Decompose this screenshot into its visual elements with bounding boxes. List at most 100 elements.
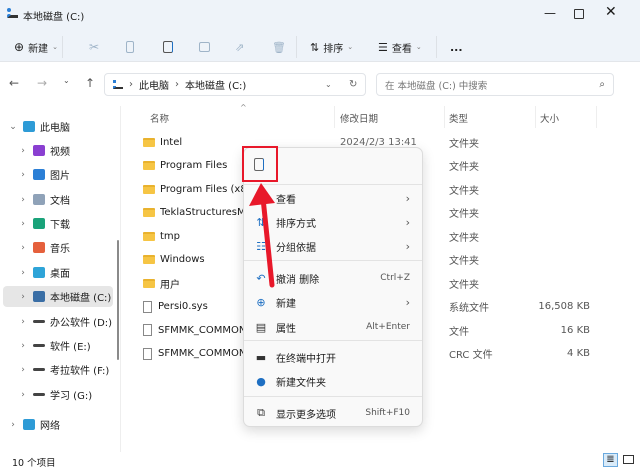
sidebar-item[interactable]: › 软件 (E:) (3, 335, 113, 356)
new-button[interactable]: ⊕ 新建 ⌄ (14, 38, 58, 56)
chevron-right-icon[interactable]: › (13, 146, 33, 156)
new-icon: ⊕ (256, 295, 266, 309)
rename-icon[interactable] (199, 38, 210, 56)
drive-icon (33, 291, 45, 302)
chevron-right-icon[interactable]: › (13, 317, 33, 327)
recent-dropdown[interactable]: ⌄ (63, 76, 70, 85)
pc-icon (23, 121, 35, 132)
chevron-right-icon[interactable]: › (13, 292, 33, 302)
new-folder-icon: ● (256, 374, 266, 388)
shortcut: Alt+Enter (366, 322, 410, 332)
sort-icon: ⇅ (310, 40, 320, 54)
chevron-right-icon[interactable]: › (13, 170, 33, 180)
sidebar-item[interactable]: › 办公软件 (D:) (3, 311, 113, 332)
share-icon[interactable]: ⇗ (235, 38, 244, 56)
paste-icon[interactable] (163, 38, 173, 56)
sidebar-scrollbar[interactable] (117, 240, 119, 360)
chevron-right-icon: › (405, 295, 410, 309)
sidebar-item[interactable]: › 本地磁盘 (C:) (3, 286, 113, 307)
drive-icon (33, 344, 45, 347)
context-menu-item[interactable]: ● 新建文件夹 (248, 370, 420, 392)
up-button[interactable]: ↑ (85, 76, 95, 90)
navigation-bar: ← → ⌄ ↑ › 此电脑 › 本地磁盘 (C:) ⌄ ↻ 在 本地磁盘 (C:… (0, 62, 640, 106)
chevron-right-icon[interactable]: › (13, 341, 33, 351)
address-bar[interactable]: › 此电脑 › 本地磁盘 (C:) ⌄ ↻ (104, 73, 366, 96)
red-arrow (249, 183, 275, 288)
maximize-button[interactable] (574, 9, 584, 19)
chevron-right-icon[interactable]: › (13, 268, 33, 278)
folder-icon (143, 255, 155, 264)
search-input[interactable]: 在 本地磁盘 (C:) 中搜索 ⌕ (376, 73, 614, 96)
context-menu-item[interactable]: ▤ 属性 Alt+Enter (248, 316, 420, 338)
file-type: 文件夹 (449, 256, 479, 267)
cut-icon[interactable]: ✂ (89, 38, 99, 56)
chevron-right-icon[interactable]: › (13, 243, 33, 253)
command-bar: ⊕ 新建 ⌄ ✂ ⇗ 🗑 ⇅ 排序 ⌄ ☰ 查看 ⌄ ... (0, 30, 640, 62)
context-menu-item[interactable]: ▬ 在终端中打开 (248, 346, 420, 368)
search-icon: ⌕ (599, 79, 605, 90)
close-button[interactable]: ✕ (605, 4, 617, 20)
column-date[interactable]: 修改日期 (340, 111, 378, 125)
video-icon (33, 145, 45, 156)
column-size[interactable]: 大小 (540, 111, 559, 125)
more-button[interactable]: ... (450, 38, 463, 56)
file-type: 文件夹 (449, 232, 479, 244)
sidebar-item[interactable]: › 文档 (3, 189, 113, 210)
drive-icon (33, 320, 45, 323)
chevron-right-icon[interactable]: › (13, 195, 33, 205)
menu-label: 在终端中打开 (276, 353, 336, 365)
file-type: 文件夹 (449, 279, 479, 291)
network-icon (23, 419, 35, 430)
sidebar-item[interactable]: › 音乐 (3, 237, 113, 258)
sidebar-item[interactable]: › 下载 (3, 213, 113, 234)
details-view-button[interactable]: ≣ (603, 453, 618, 467)
sidebar-item-label: 办公软件 (D:) (50, 318, 113, 329)
column-type[interactable]: 类型 (449, 111, 468, 125)
context-menu-item[interactable]: ⧉ 显示更多选项 Shift+F10 (248, 402, 420, 424)
sidebar-item-label: 网络 (40, 421, 60, 432)
chevron-right-icon[interactable]: › (13, 390, 33, 400)
menu-label: 新建文件夹 (276, 377, 326, 389)
shortcut: Ctrl+Z (380, 273, 410, 283)
chevron-right-icon[interactable]: › (13, 365, 33, 375)
sidebar-item-label: 软件 (E:) (50, 342, 91, 353)
sort-button[interactable]: ⇅ 排序 ⌄ (310, 38, 353, 56)
sidebar-item[interactable]: › 考拉软件 (F:) (3, 359, 113, 380)
context-menu-item[interactable]: ⊕ 新建 › (248, 291, 420, 313)
delete-icon[interactable]: 🗑 (272, 38, 286, 56)
chevron-right-icon: › (405, 239, 410, 253)
file-type: 系统文件 (449, 303, 489, 314)
properties-icon: ▤ (255, 320, 267, 334)
sidebar-item[interactable]: › 视频 (3, 140, 113, 161)
chevron-down-icon[interactable]: ⌄ (3, 122, 23, 132)
breadcrumb-this-pc[interactable]: 此电脑 (139, 77, 169, 92)
copy-icon[interactable] (126, 38, 134, 56)
chevron-down-icon[interactable]: ⌄ (325, 80, 332, 89)
drive-icon (113, 80, 123, 89)
view-button[interactable]: ☰ 查看 ⌄ (378, 38, 422, 56)
refresh-icon[interactable]: ↻ (349, 79, 357, 90)
item-count: 10 个项目 (12, 458, 56, 469)
breadcrumb-local-disk[interactable]: 本地磁盘 (C:) (185, 77, 246, 92)
sidebar-item[interactable]: › 图片 (3, 164, 113, 185)
forward-button[interactable]: → (37, 76, 47, 90)
chevron-right-icon: › (405, 215, 410, 229)
title-bar: 本地磁盘 (C:) — ✕ (0, 0, 640, 30)
tiles-view-button[interactable] (623, 455, 634, 464)
sidebar-item[interactable]: ⌄ 此电脑 (3, 116, 113, 137)
minimize-button[interactable]: — (544, 6, 556, 20)
sidebar-item[interactable]: › 学习 (G:) (3, 384, 113, 405)
column-name[interactable]: 名称 (150, 111, 169, 125)
back-button[interactable]: ← (9, 76, 19, 90)
drive-icon (7, 8, 18, 18)
sidebar-item[interactable]: › 网络 (3, 414, 113, 435)
chevron-right-icon[interactable]: › (3, 420, 23, 430)
chevron-right-icon[interactable]: › (13, 219, 33, 229)
highlight-box (242, 146, 278, 182)
folder-icon (143, 184, 155, 194)
folder-icon (143, 208, 155, 217)
folder-icon (143, 137, 155, 147)
more-options-icon: ⧉ (257, 406, 265, 419)
menu-label: 显示更多选项 (276, 409, 336, 421)
sidebar-item[interactable]: › 桌面 (3, 262, 113, 283)
